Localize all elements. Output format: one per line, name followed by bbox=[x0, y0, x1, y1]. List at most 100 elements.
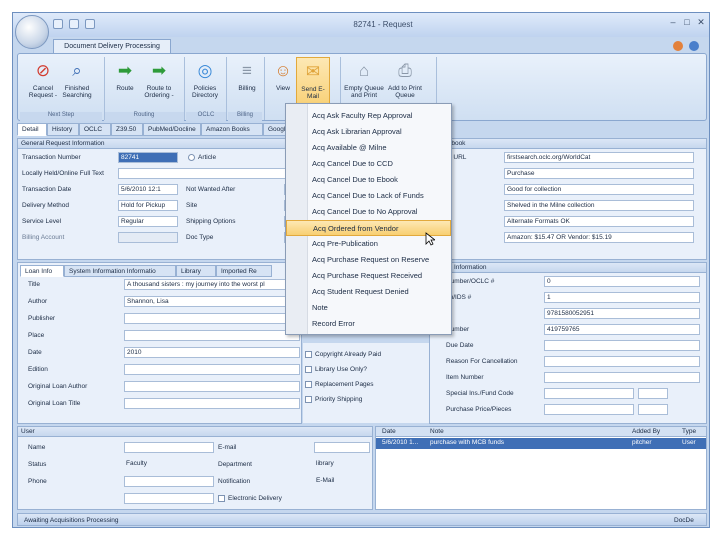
info-row-field[interactable] bbox=[544, 356, 700, 367]
ebook-value-field[interactable]: Purchase bbox=[504, 168, 694, 179]
info-row-field[interactable]: 0 bbox=[544, 276, 700, 287]
original-author-label: Original Loan Author bbox=[28, 383, 88, 390]
user-extra-field[interactable] bbox=[124, 493, 214, 504]
original-author-field[interactable] bbox=[124, 381, 300, 392]
notes-col-date[interactable]: Date bbox=[382, 427, 396, 436]
ribbon-group-label: Next Step bbox=[20, 112, 102, 121]
service-level-select[interactable]: Regular bbox=[118, 216, 178, 227]
menu-item[interactable]: Note bbox=[286, 300, 451, 316]
place-label: Place bbox=[28, 332, 45, 339]
info-row-label: Number/OCLC # bbox=[446, 278, 495, 285]
cancel-button[interactable]: ⊘ Cancel Request - bbox=[26, 57, 60, 111]
billing-button[interactable]: ≡ Billing bbox=[230, 57, 264, 111]
notification-label: Notification bbox=[218, 478, 251, 485]
help-icon[interactable] bbox=[673, 41, 683, 51]
tab-history[interactable]: History bbox=[47, 123, 79, 136]
close-icon[interactable]: ✕ bbox=[695, 16, 707, 28]
article-radio[interactable] bbox=[188, 154, 195, 161]
tab-pubmed-docline[interactable]: PubMed/Docline bbox=[143, 123, 201, 136]
menu-item[interactable]: Acq Cancel Due to Lack of Funds bbox=[286, 188, 451, 204]
info-row-extra-field[interactable] bbox=[638, 404, 668, 415]
phone-field[interactable] bbox=[124, 476, 214, 487]
author-field[interactable]: Shannon, Lisa bbox=[124, 296, 300, 307]
menu-item[interactable]: Acq Cancel Due to CCD bbox=[286, 156, 451, 172]
edition-field[interactable] bbox=[124, 364, 300, 375]
menu-item[interactable]: Acq Student Request Denied bbox=[286, 284, 451, 300]
department-label: Department bbox=[218, 461, 252, 468]
printer-icon: ⎙ bbox=[398, 60, 412, 80]
info-row-field[interactable]: 1 bbox=[544, 292, 700, 303]
subtab-imported-re[interactable]: Imported Re bbox=[216, 265, 272, 277]
quick-save-icon[interactable] bbox=[53, 19, 63, 29]
doc-type-label: Doc Type bbox=[186, 234, 214, 241]
notes-col-type[interactable]: Type bbox=[682, 427, 696, 436]
menu-item[interactable]: Acq Cancel Due to Ebook bbox=[286, 172, 451, 188]
electronic-delivery-checkbox[interactable] bbox=[218, 495, 225, 502]
electronic-delivery-label: Electronic Delivery bbox=[228, 495, 282, 502]
menu-item[interactable]: Acq Ask Librarian Approval bbox=[286, 124, 451, 140]
original-title-field[interactable] bbox=[124, 398, 300, 409]
tab-z39-50[interactable]: Z39.50 bbox=[111, 123, 143, 136]
replacement-pages-checkbox[interactable] bbox=[305, 381, 312, 388]
menu-item[interactable]: Acq Available @ Milne bbox=[286, 140, 451, 156]
maximize-icon[interactable]: □ bbox=[681, 16, 693, 28]
status-bar: Awaiting Acquisitions Processing DocDe bbox=[17, 513, 707, 526]
route-arrow-button[interactable]: ➡ Route bbox=[108, 57, 142, 111]
info-row-field[interactable]: 9781580052951 bbox=[544, 308, 700, 319]
table-row[interactable]: 5/6/2010 1... purchase with MCB funds pi… bbox=[376, 438, 706, 449]
place-field[interactable] bbox=[124, 330, 300, 341]
search-button[interactable]: ⌕ Finished Searching bbox=[60, 57, 94, 111]
notes-col-added-by[interactable]: Added By bbox=[632, 427, 660, 436]
name-label: Name bbox=[28, 444, 46, 451]
ribbon-tab[interactable]: Document Delivery Processing bbox=[53, 39, 171, 53]
tab-oclc[interactable]: OCLC bbox=[79, 123, 111, 136]
priority-shipping-checkbox[interactable] bbox=[305, 396, 312, 403]
notes-col-note[interactable]: Note bbox=[430, 427, 444, 436]
billing-account-field[interactable] bbox=[118, 232, 178, 243]
ebook-value-field[interactable]: Amazon: $15.47 OR Vendor: $15.19 bbox=[504, 232, 694, 243]
menu-item[interactable]: Acq Purchase Request on Reserve bbox=[286, 252, 451, 268]
info-row-field[interactable] bbox=[544, 404, 634, 415]
info-row-field[interactable] bbox=[544, 340, 700, 351]
name-field[interactable] bbox=[124, 442, 214, 453]
email-field[interactable] bbox=[314, 442, 370, 453]
ebook-header: Ebook bbox=[444, 139, 706, 149]
menu-item[interactable]: Acq Ask Faculty Rep Approval bbox=[286, 108, 451, 124]
ribbon-button-label: Empty Queue and Print bbox=[344, 85, 384, 99]
menu-item[interactable]: Record Error bbox=[286, 316, 451, 332]
info-icon[interactable] bbox=[689, 41, 699, 51]
info-row-field[interactable] bbox=[544, 388, 634, 399]
full-text-field[interactable] bbox=[118, 168, 306, 179]
tab-amazon-books[interactable]: Amazon Books bbox=[201, 123, 263, 136]
globe-button[interactable]: ◎ Policies Directory bbox=[188, 57, 222, 111]
ribbon-button-label: Billing bbox=[238, 85, 256, 92]
transaction-number-field[interactable]: 82741 bbox=[118, 152, 178, 163]
publisher-field[interactable] bbox=[124, 313, 300, 324]
info-row-field[interactable]: 419759765 bbox=[544, 324, 700, 335]
title-field[interactable]: A thousand sisters : my journey into the… bbox=[124, 279, 300, 290]
transaction-date-field[interactable]: 5/6/2010 12:1 bbox=[118, 184, 178, 195]
full-text-label: Locally Held/Online Full Text bbox=[22, 170, 104, 177]
ebook-value-field[interactable]: firstsearch.oclc.org/WorldCat bbox=[504, 152, 694, 163]
minimize-icon[interactable]: – bbox=[667, 16, 679, 28]
copyright-checkbox[interactable] bbox=[305, 351, 312, 358]
ebook-value-field[interactable]: Shelved in the Milne collection bbox=[504, 200, 694, 211]
menu-item[interactable]: Acq Cancel Due to No Approval bbox=[286, 204, 451, 220]
app-menu-button[interactable] bbox=[15, 15, 49, 49]
delivery-method-select[interactable]: Hold for Pickup bbox=[118, 200, 178, 211]
ebook-value-field[interactable]: Alternate Formats OK bbox=[504, 216, 694, 227]
library-use-checkbox[interactable] bbox=[305, 366, 312, 373]
info-row-extra-field[interactable] bbox=[638, 388, 668, 399]
quick-refresh-icon[interactable] bbox=[69, 19, 79, 29]
tab-detail[interactable]: Detail bbox=[17, 123, 47, 136]
quick-dropdown-icon[interactable] bbox=[85, 19, 95, 29]
subtab-system-information-informatio[interactable]: System Information Informatio bbox=[64, 265, 176, 277]
date-field[interactable]: 2010 bbox=[124, 347, 300, 358]
ribbon-button-label: Finished Searching bbox=[62, 85, 92, 99]
ebook-value-field[interactable]: Good for collection bbox=[504, 184, 694, 195]
subtab-loan-info[interactable]: Loan Info bbox=[20, 265, 64, 277]
subtab-library[interactable]: Library bbox=[176, 265, 216, 277]
menu-item[interactable]: Acq Purchase Request Received bbox=[286, 268, 451, 284]
route-arrow-button[interactable]: ➡ Route to Ordering - bbox=[142, 57, 176, 111]
info-row-field[interactable] bbox=[544, 372, 700, 383]
